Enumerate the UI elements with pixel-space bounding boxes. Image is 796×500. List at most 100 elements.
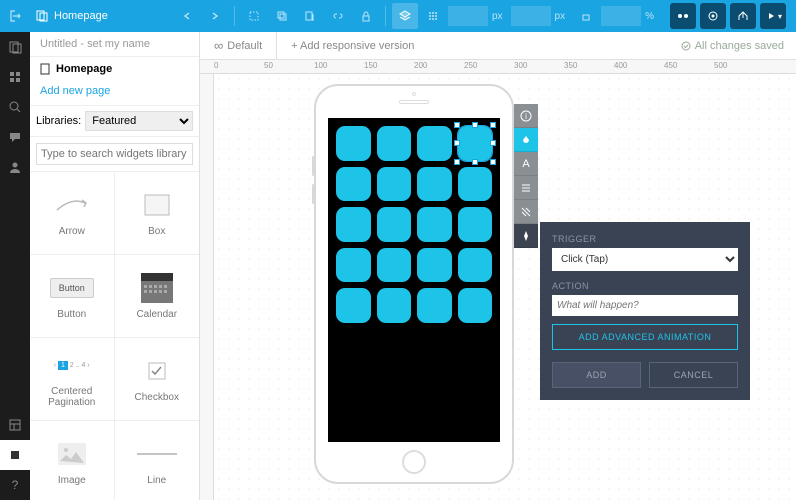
selection-handle[interactable]: [472, 159, 478, 165]
pct-field[interactable]: [601, 6, 641, 26]
app-tile[interactable]: [377, 207, 412, 242]
widget-box[interactable]: Box: [115, 172, 200, 254]
widget-checkbox[interactable]: Checkbox: [115, 338, 200, 420]
paste-button[interactable]: [297, 3, 323, 29]
rail-pages[interactable]: [0, 32, 30, 62]
canvas-area[interactable]: i A TRIGGER Click (Tap) ACTION ADD ADVAN…: [214, 74, 796, 500]
inspector-info[interactable]: i: [514, 104, 538, 128]
select-tool[interactable]: [241, 3, 267, 29]
widget-line[interactable]: Line: [115, 421, 200, 500]
exit-icon[interactable]: [10, 10, 22, 22]
copy-button[interactable]: [269, 3, 295, 29]
widget-calendar[interactable]: Calendar: [115, 255, 200, 337]
phone-home-button: [402, 450, 426, 474]
phone-camera: [412, 92, 416, 96]
save-status: All changes saved: [669, 40, 796, 52]
rail-help[interactable]: ?: [0, 470, 30, 500]
selection-handle[interactable]: [454, 140, 460, 146]
trigger-select[interactable]: Click (Tap): [552, 248, 738, 271]
ruler-horizontal: 0 50 100 150 200 250 300 350 400 450 500: [200, 60, 796, 74]
rail-user[interactable]: [0, 152, 30, 182]
rail-layout[interactable]: [0, 410, 30, 440]
current-page[interactable]: Homepage: [30, 57, 199, 81]
add-page-link[interactable]: Add new page: [30, 81, 199, 105]
selection-handle[interactable]: [490, 159, 496, 165]
inspector-interactions[interactable]: [514, 224, 538, 248]
app-tile[interactable]: [377, 126, 412, 161]
rail-layers[interactable]: [0, 440, 30, 470]
selection-handle[interactable]: [454, 159, 460, 165]
topbar-page-name[interactable]: Homepage: [54, 10, 108, 22]
app-tile[interactable]: [336, 248, 371, 283]
widget-pagination[interactable]: ‹ 1 2 .. 4 › Centered Pagination: [30, 338, 115, 420]
widget-search-wrap: [30, 137, 199, 172]
inspector-text[interactable]: A: [514, 152, 538, 176]
add-advanced-animation-button[interactable]: ADD ADVANCED ANIMATION: [552, 324, 738, 350]
widget-search-input[interactable]: [36, 143, 193, 165]
topbar: Homepage px px % ▾: [0, 0, 796, 32]
app-tile[interactable]: [417, 248, 452, 283]
widget-arrow[interactable]: Arrow: [30, 172, 115, 254]
grid-button[interactable]: [420, 3, 446, 29]
selection-handle[interactable]: [454, 122, 460, 128]
link-button[interactable]: [325, 3, 351, 29]
widget-label: Button: [57, 309, 86, 320]
app-tile[interactable]: [417, 288, 452, 323]
line-icon: [137, 439, 177, 469]
layers-button[interactable]: [392, 3, 418, 29]
pagination-icon: ‹ 1 2 .. 4 ›: [52, 350, 92, 380]
pages-icon[interactable]: [36, 10, 48, 22]
app-tile[interactable]: [417, 207, 452, 242]
selection-handle[interactable]: [490, 140, 496, 146]
topbar-left: Homepage: [0, 10, 166, 22]
app-tile[interactable]: [336, 207, 371, 242]
app-tile[interactable]: [458, 207, 493, 242]
app-tile[interactable]: [336, 126, 371, 161]
device-screen[interactable]: [328, 118, 500, 442]
app-tile[interactable]: [417, 167, 452, 202]
app-tile[interactable]: [377, 167, 412, 202]
libraries-select[interactable]: Featured: [85, 111, 193, 131]
undo-button[interactable]: [174, 3, 200, 29]
settings-button[interactable]: [700, 3, 726, 29]
inspector-pattern[interactable]: [514, 200, 538, 224]
cancel-button[interactable]: CANCEL: [649, 362, 738, 388]
rail-widgets[interactable]: [0, 62, 30, 92]
breakpoint-default[interactable]: ∞Default: [200, 32, 277, 59]
app-tile[interactable]: [336, 167, 371, 202]
lock-ratio-icon[interactable]: [573, 3, 599, 29]
y-field[interactable]: [511, 6, 551, 26]
rail-comments[interactable]: [0, 122, 30, 152]
inspector-fill[interactable]: [514, 128, 538, 152]
lock-button[interactable]: [353, 3, 379, 29]
app-tile[interactable]: [458, 126, 493, 161]
app-tile[interactable]: [458, 288, 493, 323]
topbar-right: ▾: [660, 3, 796, 29]
app-tile[interactable]: [377, 248, 412, 283]
pct-unit: %: [643, 11, 660, 22]
app-tile[interactable]: [336, 288, 371, 323]
collaborate-button[interactable]: [670, 3, 696, 29]
inspector-align[interactable]: [514, 176, 538, 200]
app-tile[interactable]: [377, 288, 412, 323]
app-tile[interactable]: [458, 248, 493, 283]
selection-handle[interactable]: [472, 122, 478, 128]
app-tile[interactable]: [417, 126, 452, 161]
left-rail: ?: [0, 32, 30, 500]
add-button[interactable]: ADD: [552, 362, 641, 388]
preview-button[interactable]: ▾: [760, 3, 786, 29]
rail-search[interactable]: [0, 92, 30, 122]
widget-image[interactable]: Image: [30, 421, 115, 500]
add-responsive-button[interactable]: + Add responsive version: [277, 40, 428, 52]
x-field[interactable]: [448, 6, 488, 26]
button-icon: Button: [52, 273, 92, 303]
widget-label: Image: [58, 475, 86, 486]
redo-button[interactable]: [202, 3, 228, 29]
widget-button[interactable]: Button Button: [30, 255, 115, 337]
selection-handle[interactable]: [490, 122, 496, 128]
action-select[interactable]: [552, 295, 738, 316]
toolbar: px px %: [166, 3, 660, 29]
share-button[interactable]: [730, 3, 756, 29]
app-tile[interactable]: [458, 167, 493, 202]
project-title[interactable]: Untitled - set my name: [30, 32, 199, 57]
